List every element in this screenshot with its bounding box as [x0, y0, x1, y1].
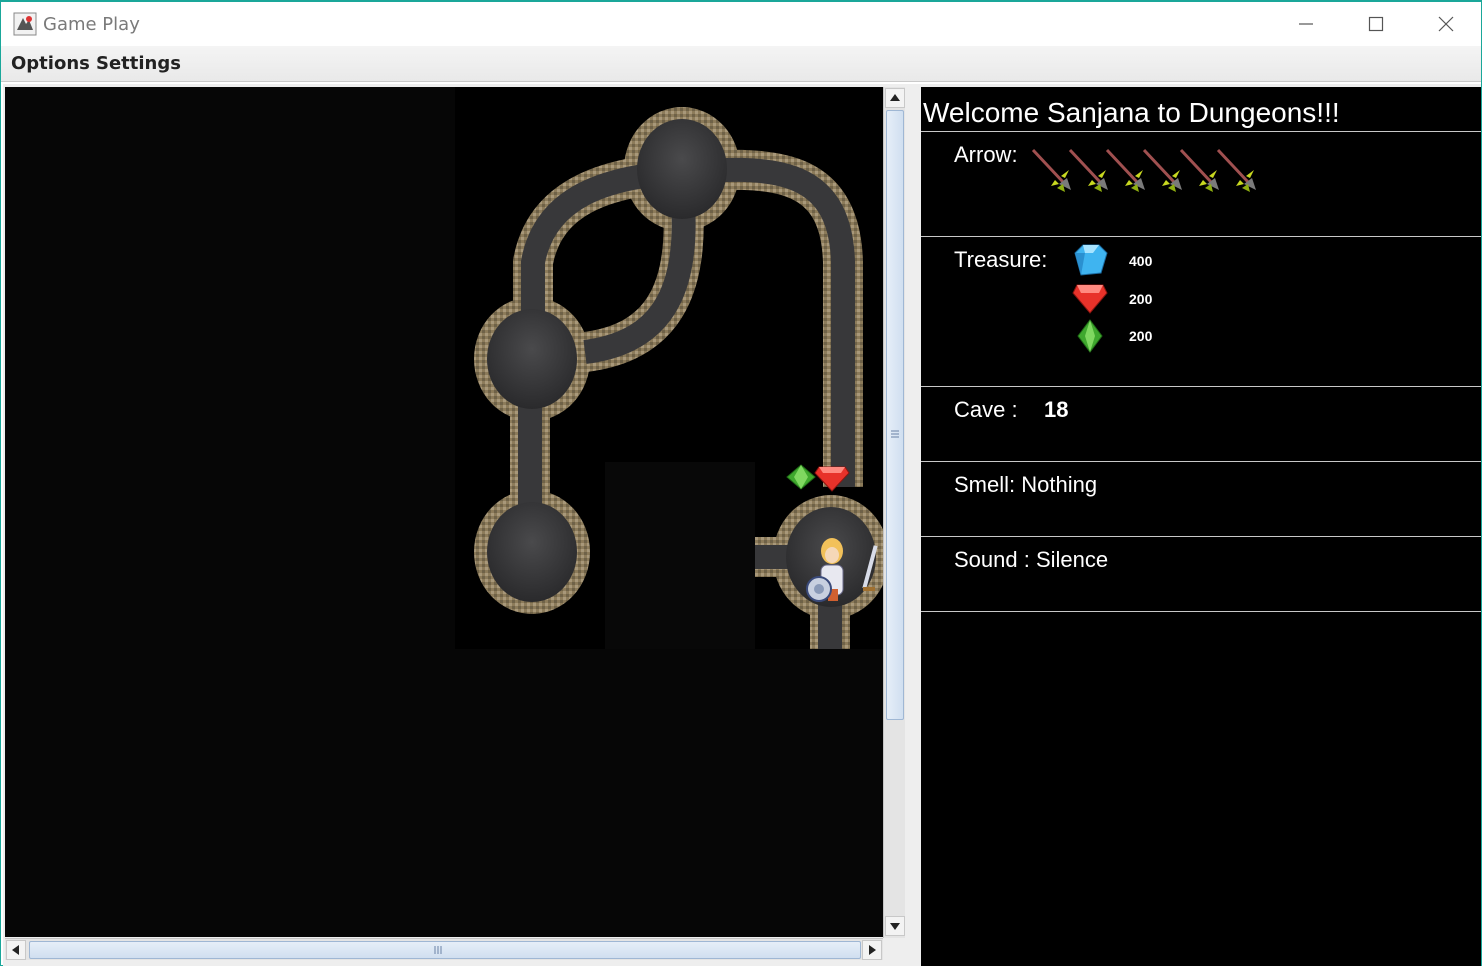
- game-window: Game Play Options Settings Welcome Sanja…: [0, 0, 1482, 966]
- sound-status: Sound : Silence: [954, 547, 1109, 572]
- vertical-scrollbar[interactable]: [883, 87, 905, 938]
- grip-icon: [434, 946, 442, 954]
- ruby-icon: [1072, 284, 1108, 314]
- maximize-button[interactable]: [1341, 2, 1411, 46]
- scroll-up-button[interactable]: [885, 88, 905, 108]
- diamond-icon: [1074, 244, 1108, 276]
- horizontal-scroll-thumb[interactable]: [29, 941, 861, 959]
- arrow-label: Arrow:: [954, 142, 1018, 167]
- title-bar[interactable]: Game Play: [1, 2, 1481, 46]
- dungeon-map: [455, 87, 883, 649]
- window-title: Game Play: [43, 14, 140, 35]
- minimize-icon: [1299, 23, 1313, 25]
- minimize-button[interactable]: [1271, 2, 1341, 46]
- cave-section: Cave : 18: [921, 387, 1481, 462]
- java-app-icon: [13, 12, 37, 36]
- emerald-count: 200: [1129, 328, 1153, 344]
- treasure-label: Treasure:: [954, 247, 1048, 272]
- vertical-scroll-thumb[interactable]: [886, 110, 904, 720]
- welcome-message: Welcome Sanjana to Dungeons!!!: [923, 97, 1340, 128]
- horizontal-scrollbar[interactable]: [5, 938, 883, 960]
- menu-settings[interactable]: Settings: [96, 53, 181, 74]
- scroll-left-button[interactable]: [6, 940, 26, 960]
- diamond-count: 400: [1129, 253, 1153, 269]
- player-info-panel: Welcome Sanjana to Dungeons!!! Arrow: Tr…: [921, 87, 1481, 966]
- sound-section: Sound : Silence: [921, 537, 1481, 612]
- triangle-down-icon: [890, 923, 900, 930]
- maximize-icon: [1368, 16, 1384, 32]
- client-area: Welcome Sanjana to Dungeons!!! Arrow: Tr…: [3, 84, 1481, 966]
- ruby-count: 200: [1129, 291, 1153, 307]
- menu-bar: Options Settings: [1, 46, 1481, 82]
- close-icon: [1438, 16, 1454, 32]
- grip-icon: [891, 430, 899, 438]
- menu-options[interactable]: Options: [11, 53, 90, 74]
- triangle-right-icon: [869, 945, 876, 955]
- emerald-icon: [1077, 319, 1103, 353]
- cave-number: 18: [1044, 397, 1069, 422]
- treasure-section: Treasure: 400 200 200: [921, 237, 1481, 387]
- split-pane-divider[interactable]: [906, 84, 921, 966]
- triangle-left-icon: [12, 945, 19, 955]
- cave-label: Cave :: [954, 397, 1018, 422]
- arrow-section: Arrow:: [921, 132, 1481, 237]
- close-button[interactable]: [1411, 2, 1481, 46]
- smell-section: Smell: Nothing: [921, 462, 1481, 537]
- scroll-right-button[interactable]: [862, 940, 882, 960]
- dungeon-map-viewport[interactable]: [5, 87, 883, 937]
- triangle-up-icon: [890, 94, 900, 101]
- scroll-down-button[interactable]: [885, 916, 905, 936]
- smell-status: Smell: Nothing: [954, 472, 1098, 497]
- arrow-icon: [1216, 148, 1256, 192]
